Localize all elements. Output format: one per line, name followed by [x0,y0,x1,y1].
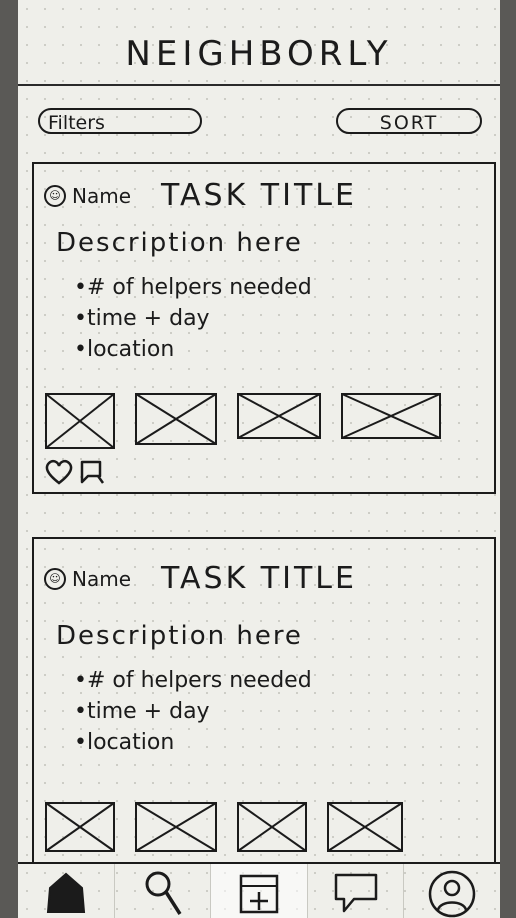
nav-search[interactable] [113,864,211,918]
bottom-nav [18,862,500,918]
detail-location: location [74,727,312,758]
messages-icon [334,873,377,913]
image-gallery [44,392,442,450]
image-placeholder-icon[interactable] [44,392,116,450]
image-placeholder-icon[interactable] [134,392,218,446]
image-placeholder-icon[interactable] [236,392,322,440]
card-actions [44,458,106,486]
filters-button[interactable]: Filters [38,108,202,134]
image-placeholder-icon[interactable] [326,801,404,853]
header-divider [18,84,500,86]
home-icon [46,872,85,913]
add-task-icon [239,874,279,914]
detail-helpers: # of helpers needed [74,665,312,696]
author-name: Name [72,566,132,591]
heart-icon[interactable] [44,459,74,485]
task-card[interactable]: ☺ Name TASK TITLE Description here # of … [32,162,496,494]
sort-button[interactable]: SORT [336,108,482,134]
avatar: ☺ [44,567,66,590]
sketch-page: NEIGHBORLY Filters SORT ☺ Name TASK TITL… [18,0,500,918]
avatar: ☺ [44,184,66,207]
nav-home[interactable] [18,864,114,918]
task-description: Description here [56,228,303,258]
image-placeholder-icon[interactable] [236,801,308,853]
nav-add-task[interactable] [210,864,307,918]
detail-time: time + day [74,303,312,334]
image-placeholder-icon[interactable] [44,801,116,853]
task-details: # of helpers needed time + day location [74,665,312,758]
task-title: TASK TITLE [161,561,357,596]
nav-messages[interactable] [306,864,404,918]
detail-time: time + day [74,696,312,727]
image-placeholder-icon[interactable] [340,392,442,440]
app-title: NEIGHBORLY [125,34,393,74]
detail-helpers: # of helpers needed [74,272,312,303]
task-details: # of helpers needed time + day location [74,272,312,365]
image-placeholder-icon[interactable] [134,801,218,853]
detail-location: location [74,334,312,365]
nav-profile[interactable] [403,864,500,918]
search-icon [145,871,182,915]
chat-icon[interactable] [78,458,106,486]
author-name: Name [72,183,132,208]
task-card[interactable]: ☺ Name TASK TITLE Description here # of … [32,537,496,877]
profile-icon [428,870,476,918]
task-description: Description here [56,621,303,651]
image-gallery [44,801,404,853]
task-title: TASK TITLE [161,178,357,213]
